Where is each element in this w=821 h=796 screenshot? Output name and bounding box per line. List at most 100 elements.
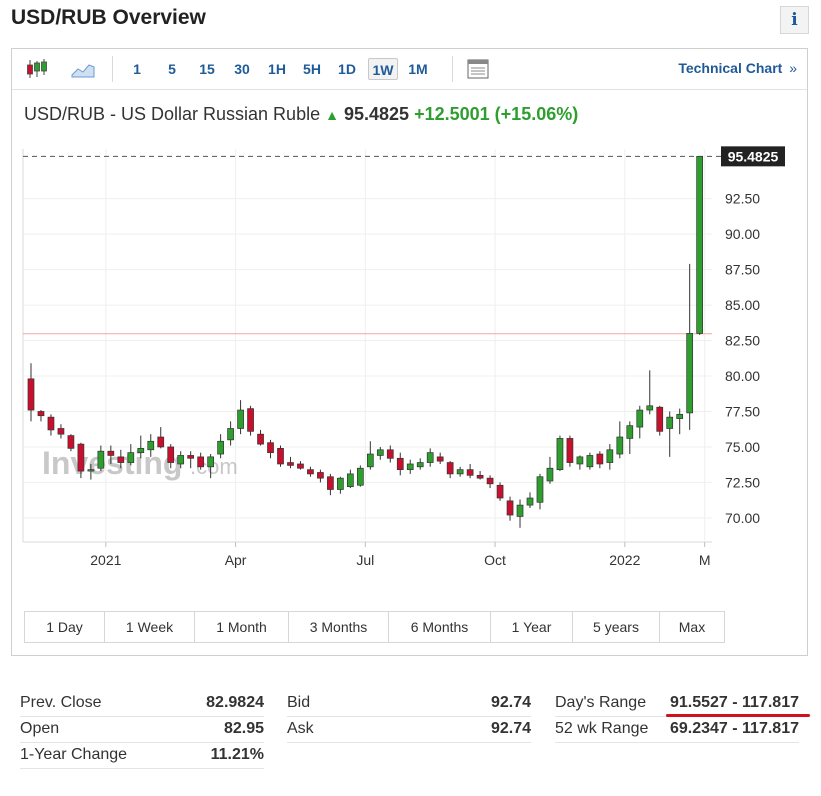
up-candle-body [426, 452, 434, 463]
range-selector: 1 Day 1 Week 1 Month 3 Months 6 Months 1… [24, 611, 725, 643]
range-1-year[interactable]: 1 Year [491, 612, 573, 642]
candle [267, 439, 274, 459]
candle [506, 496, 514, 521]
range-1-week[interactable]: 1 Week [105, 612, 195, 642]
candle [307, 466, 314, 477]
stat-label: Prev. Close [20, 694, 102, 711]
x-tick-label: Jul [356, 552, 374, 568]
y-tick-label: 75.00 [725, 439, 760, 455]
candle [666, 411, 674, 457]
down-candle-body [117, 456, 125, 463]
up-candle-body [347, 473, 354, 488]
up-candle-body [217, 440, 224, 455]
range-1-month[interactable]: 1 Month [195, 612, 289, 642]
info-icon[interactable]: i [780, 6, 809, 34]
down-candle-body [496, 484, 504, 499]
stat-value: 82.95 [223, 720, 264, 737]
candle [227, 421, 234, 446]
up-candle-body [356, 467, 364, 486]
range-5-years[interactable]: 5 years [573, 612, 660, 642]
down-candle-body [257, 433, 264, 445]
up-candle-body [556, 438, 564, 470]
down-candle-body [267, 442, 274, 453]
down-candle-body [566, 438, 574, 463]
down-candle-body [307, 469, 314, 475]
candle [536, 473, 544, 510]
candle [456, 466, 464, 477]
down-candle-body [37, 411, 45, 417]
down-candle-body [476, 474, 484, 479]
candle [27, 363, 35, 422]
down-candle-body [77, 443, 85, 472]
candle [566, 435, 574, 467]
down-candle-body [47, 416, 55, 431]
up-candle-body [237, 409, 244, 429]
up-candle-body [646, 405, 654, 411]
candle [356, 465, 364, 487]
down-candle-body [277, 448, 284, 465]
down-candle-body [157, 436, 165, 448]
up-candle-body [606, 449, 614, 463]
candle [406, 459, 414, 474]
candle [556, 435, 564, 472]
candle [576, 455, 584, 470]
down-candle-body [107, 450, 115, 456]
up-candle-body [516, 504, 524, 517]
page-title: USD/RUB Overview [11, 6, 206, 29]
candle [656, 405, 664, 436]
y-tick-label: 77.50 [725, 403, 760, 419]
candle [327, 473, 334, 496]
up-candle-body [456, 469, 464, 475]
candle [436, 452, 444, 464]
stat-open: Open 82.95 [20, 716, 264, 743]
up-candle-body [227, 428, 234, 441]
stat-value: 11.21% [210, 746, 264, 763]
down-candle-body [436, 456, 444, 462]
down-candle-body [596, 453, 604, 465]
candle [157, 427, 165, 449]
stat-days-range: Day's Range 91.5527 - 117.817 [555, 690, 799, 717]
candlestick-chart[interactable]: 70.00 72.50 75.00 77.50 80.00 82.50 85.00 87.50… [12, 49, 807, 609]
up-candle-body [177, 455, 185, 465]
stat-label: Ask [287, 720, 314, 737]
stat-52-week-range: 52 wk Range 69.2347 - 117.817 [555, 716, 799, 743]
candle [347, 469, 354, 489]
candle [486, 475, 494, 489]
stat-label: Bid [287, 694, 311, 711]
up-candle-body [366, 453, 374, 468]
investing-watermark: Investing [42, 445, 182, 481]
down-candle-body [396, 457, 404, 470]
candle [237, 400, 244, 435]
candle [606, 444, 614, 470]
chart-panel: 1 5 15 30 1H 5H 1D 1W 1M Technical Chart… [11, 48, 808, 656]
candle [526, 492, 534, 508]
candle [616, 421, 624, 459]
candle [546, 456, 554, 484]
up-candle-body [676, 413, 684, 419]
candle [416, 458, 424, 470]
up-candle-body [636, 409, 644, 428]
up-candle-body [626, 425, 634, 439]
y-tick-label: 87.50 [725, 262, 760, 278]
up-candle-body [536, 476, 544, 503]
x-tick-label: Apr [225, 552, 247, 568]
up-candle-body [616, 436, 624, 455]
down-candle-body [327, 476, 334, 490]
down-candle-body [446, 462, 454, 475]
range-3-months[interactable]: 3 Months [289, 612, 389, 642]
range-6-months[interactable]: 6 Months [389, 612, 491, 642]
up-candle-body [147, 440, 155, 451]
down-candle-body [197, 456, 205, 468]
candle [247, 405, 254, 436]
candle [626, 421, 634, 455]
stat-ask: Ask 92.74 [287, 716, 531, 743]
range-max[interactable]: Max [660, 612, 724, 642]
last-price-label: 95.4825 [728, 148, 779, 164]
down-candle-body [486, 477, 494, 485]
up-candle-body [97, 450, 105, 469]
down-candle-body [67, 435, 75, 449]
range-1-day[interactable]: 1 Day [25, 612, 105, 642]
up-candle-body [127, 452, 135, 463]
candle [277, 445, 284, 467]
candle [466, 463, 474, 479]
